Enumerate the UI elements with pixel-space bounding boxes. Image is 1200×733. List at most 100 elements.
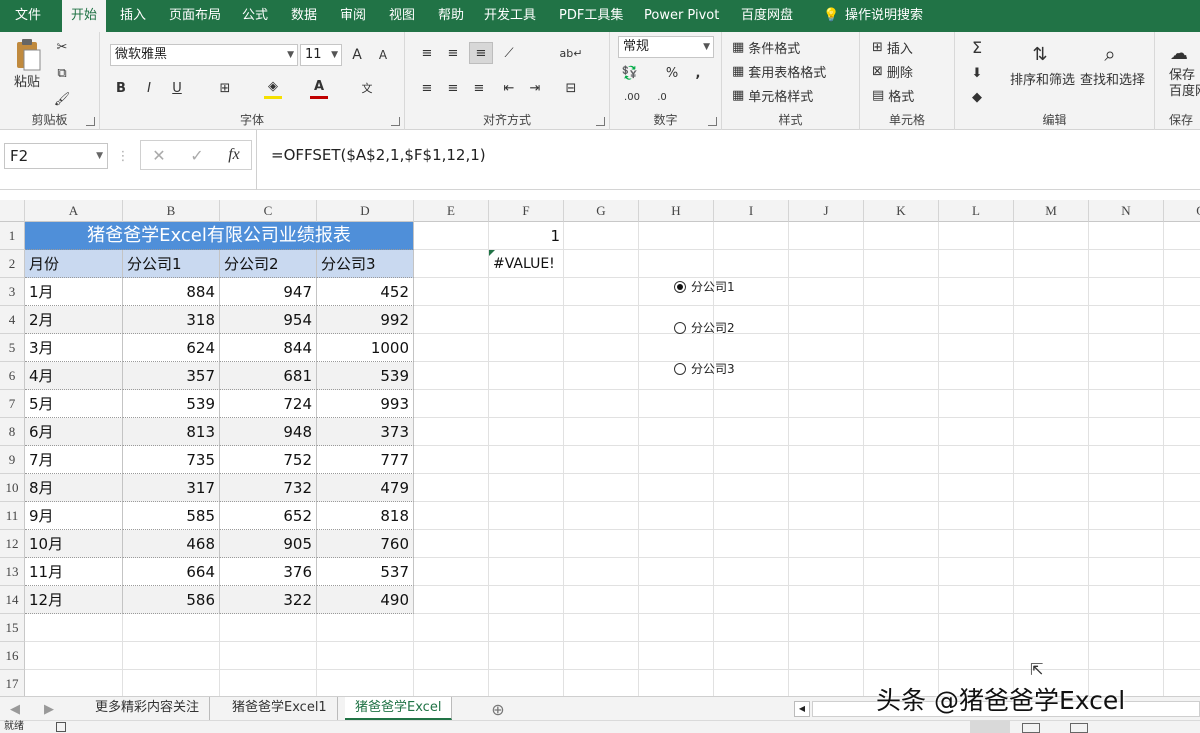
italic-button[interactable]: I xyxy=(140,77,158,99)
value-cell[interactable]: 652 xyxy=(220,502,317,530)
column-header[interactable]: M xyxy=(1014,200,1089,222)
month-cell[interactable]: 11月 xyxy=(25,558,123,586)
align-bottom-icon[interactable]: ≡ xyxy=(469,42,493,64)
row-header[interactable]: 13 xyxy=(0,558,25,586)
paste-icon[interactable] xyxy=(12,38,44,72)
clear-icon[interactable]: ◆ xyxy=(967,86,987,108)
column-header[interactable]: H xyxy=(639,200,714,222)
menu-tab[interactable]: 页面布局 xyxy=(160,0,230,32)
value-cell[interactable]: 357 xyxy=(123,362,220,390)
value-cell[interactable]: 468 xyxy=(123,530,220,558)
hscroll-left-icon[interactable]: ◀ xyxy=(794,701,810,717)
column-header[interactable]: E xyxy=(414,200,489,222)
autosum-icon[interactable]: Σ xyxy=(967,36,987,58)
save-line2[interactable]: 百度网 xyxy=(1169,84,1200,100)
row-header[interactable]: 3 xyxy=(0,278,25,306)
value-cell[interactable]: 539 xyxy=(317,362,414,390)
value-cell[interactable]: 752 xyxy=(220,446,317,474)
border-icon[interactable]: ⊞ xyxy=(216,77,234,99)
font-launcher-icon[interactable] xyxy=(391,117,400,126)
value-cell[interactable]: 490 xyxy=(317,586,414,614)
value-cell[interactable]: 452 xyxy=(317,278,414,306)
currency-icon[interactable]: 💱 xyxy=(620,62,640,84)
column-header[interactable]: J xyxy=(789,200,864,222)
paste-button[interactable]: 粘贴 xyxy=(14,72,40,94)
add-sheet-icon[interactable]: ⊕ xyxy=(488,698,508,720)
cloud-save-icon[interactable]: ☁ xyxy=(1167,38,1191,68)
radio-button-icon[interactable] xyxy=(674,362,686,375)
font-size-dropdown[interactable]: 11 ▼ xyxy=(300,44,342,66)
delete-button[interactable]: ⊠ 删除 xyxy=(872,60,942,82)
month-cell[interactable]: 12月 xyxy=(25,586,123,614)
wrap-text-icon[interactable]: ab↵ xyxy=(560,42,583,64)
cancel-icon[interactable]: ✕ xyxy=(149,144,169,166)
copy-icon[interactable]: ⧉ xyxy=(52,62,72,84)
increase-indent-icon[interactable]: ⇥ xyxy=(525,77,545,99)
column-header[interactable]: F xyxy=(489,200,564,222)
format-painter-icon[interactable]: 🖌 xyxy=(52,88,72,110)
cell-styles-button[interactable]: ▦ 单元格样式 xyxy=(732,84,852,106)
radio-option[interactable]: 分公司3 xyxy=(674,360,735,377)
sort-filter-icon[interactable]: ⇅ xyxy=(1023,38,1057,70)
row-header[interactable]: 9 xyxy=(0,446,25,474)
value-cell[interactable]: 664 xyxy=(123,558,220,586)
row-header[interactable]: 5 xyxy=(0,334,25,362)
decrease-indent-icon[interactable]: ⇤ xyxy=(499,77,519,99)
table-header[interactable]: 月份 xyxy=(25,250,123,278)
radio-button-icon[interactable] xyxy=(674,280,686,293)
number-format-dropdown[interactable]: 常规 ▼ xyxy=(618,36,714,58)
clipboard-launcher-icon[interactable] xyxy=(86,117,95,126)
tell-me-search[interactable]: 操作说明搜索 xyxy=(836,0,932,32)
column-header[interactable]: K xyxy=(864,200,939,222)
row-header[interactable]: 14 xyxy=(0,586,25,614)
insert-function-button[interactable]: fx xyxy=(223,144,245,166)
fill-color-icon[interactable]: ◈ xyxy=(264,77,282,99)
shrink-font-button[interactable]: A xyxy=(374,44,392,66)
column-header[interactable]: O xyxy=(1164,200,1200,222)
sort-filter-button[interactable]: 排序和筛选 xyxy=(1010,70,1075,92)
table-header[interactable]: 分公司3 xyxy=(317,250,414,278)
value-cell[interactable]: 376 xyxy=(220,558,317,586)
name-box[interactable]: F2 ▼ xyxy=(4,143,108,169)
value-cell[interactable]: 948 xyxy=(220,418,317,446)
month-cell[interactable]: 8月 xyxy=(25,474,123,502)
column-header[interactable]: B xyxy=(123,200,220,222)
row-header[interactable]: 10 xyxy=(0,474,25,502)
value-cell[interactable]: 732 xyxy=(220,474,317,502)
menu-tab[interactable]: 开始 xyxy=(62,0,107,32)
sheet-tab[interactable]: 猪爸爸学Excel1 xyxy=(222,697,338,720)
month-cell[interactable]: 10月 xyxy=(25,530,123,558)
value-cell[interactable]: 884 xyxy=(123,278,220,306)
value-cell[interactable]: 537 xyxy=(317,558,414,586)
column-header[interactable]: G xyxy=(564,200,639,222)
radio-option[interactable]: 分公司2 xyxy=(674,319,735,336)
value-cell[interactable]: 317 xyxy=(123,474,220,502)
font-name-dropdown[interactable]: 微软雅黑 ▼ xyxy=(110,44,298,66)
month-cell[interactable]: 6月 xyxy=(25,418,123,446)
column-header[interactable]: A xyxy=(25,200,123,222)
month-cell[interactable]: 4月 xyxy=(25,362,123,390)
month-cell[interactable]: 1月 xyxy=(25,278,123,306)
cut-icon[interactable]: ✂ xyxy=(52,36,72,58)
enter-icon[interactable]: ✓ xyxy=(187,144,207,166)
cell-F1[interactable]: 1 xyxy=(489,222,564,250)
value-cell[interactable]: 539 xyxy=(123,390,220,418)
decrease-decimal-button[interactable]: .0 xyxy=(650,86,674,108)
menu-tab[interactable]: 开发工具 xyxy=(475,0,545,32)
normal-view-icon[interactable] xyxy=(970,721,1010,733)
align-middle-icon[interactable]: ≡ xyxy=(443,42,463,64)
table-header[interactable]: 分公司1 xyxy=(123,250,220,278)
value-cell[interactable]: 735 xyxy=(123,446,220,474)
value-cell[interactable]: 777 xyxy=(317,446,414,474)
value-cell[interactable]: 624 xyxy=(123,334,220,362)
value-cell[interactable]: 373 xyxy=(317,418,414,446)
row-header[interactable]: 1 xyxy=(0,222,25,250)
sheet-tab[interactable]: 更多精彩内容关注 xyxy=(85,697,211,720)
row-header[interactable]: 16 xyxy=(0,642,25,670)
formula-input[interactable]: =OFFSET($A$2,1,$F$1,12,1) xyxy=(256,130,1200,190)
align-center-icon[interactable]: ≡ xyxy=(443,77,463,99)
align-right-icon[interactable]: ≡ xyxy=(469,77,489,99)
month-cell[interactable]: 5月 xyxy=(25,390,123,418)
row-header[interactable]: 12 xyxy=(0,530,25,558)
sheet-tab[interactable]: 猪爸爸学Excel xyxy=(345,697,453,720)
